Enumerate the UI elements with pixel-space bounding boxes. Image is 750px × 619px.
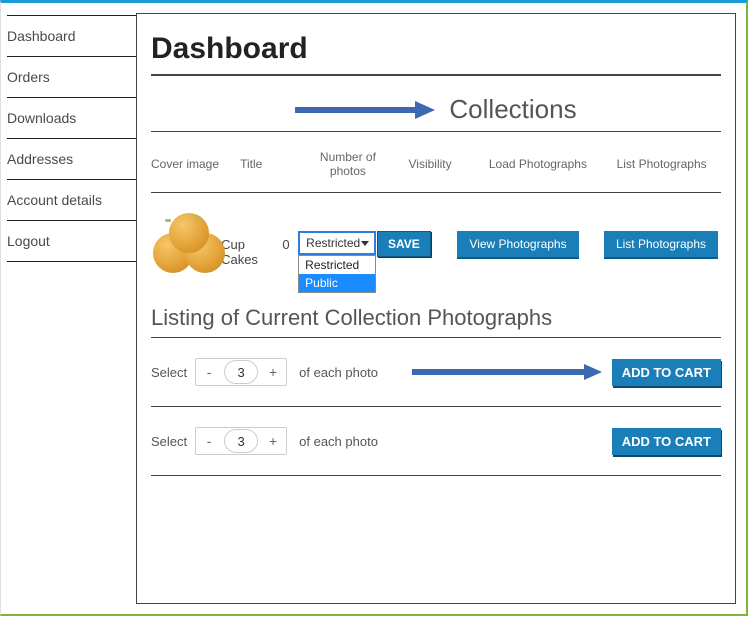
visibility-option-public[interactable]: Public	[299, 274, 375, 292]
arrow-right-icon	[412, 364, 602, 380]
listing-row: Select - 3 + of each photo ADD TO CART	[151, 413, 721, 469]
collection-num-photos: 0	[282, 213, 298, 252]
add-to-cart-button[interactable]: ADD TO CART	[612, 428, 721, 455]
minus-icon[interactable]: -	[196, 358, 222, 386]
select-label: Select	[151, 434, 187, 449]
sidebar-item-addresses[interactable]: Addresses	[7, 139, 136, 180]
divider	[151, 192, 721, 193]
collections-title: Collections	[449, 94, 576, 125]
select-label: Select	[151, 365, 187, 380]
arrow-right-icon	[295, 101, 435, 119]
visibility-option-restricted[interactable]: Restricted	[299, 256, 375, 274]
collections-table-header: Cover image Title Number of photos Visib…	[151, 138, 721, 186]
sidebar-item-downloads[interactable]: Downloads	[7, 98, 136, 139]
col-number-of-photos: Number of photos	[309, 150, 386, 178]
divider	[151, 406, 721, 407]
plus-icon[interactable]: +	[260, 358, 286, 386]
sidebar-item-account-details[interactable]: Account details	[7, 180, 136, 221]
chevron-down-icon	[361, 241, 369, 246]
quantity-stepper[interactable]: - 3 +	[195, 358, 287, 386]
view-photographs-button[interactable]: View Photographs	[457, 231, 578, 257]
col-visibility: Visibility	[387, 157, 474, 171]
main-panel: Dashboard Collections Cover image Title …	[136, 13, 736, 604]
quantity-value[interactable]: 3	[224, 429, 258, 453]
collection-row: Cup Cakes 0 Restricted Restricted Public…	[151, 199, 721, 299]
col-cover-image: Cover image	[151, 157, 240, 171]
sidebar-item-orders[interactable]: Orders	[7, 57, 136, 98]
quantity-value[interactable]: 3	[224, 360, 258, 384]
visibility-select[interactable]: Restricted	[298, 231, 376, 255]
listing-title: Listing of Current Collection Photograph…	[151, 305, 721, 331]
sidebar-item-logout[interactable]: Logout	[7, 221, 136, 262]
visibility-options-list: Restricted Public	[298, 255, 376, 293]
sidebar-item-dashboard[interactable]: Dashboard	[7, 15, 136, 57]
divider	[151, 337, 721, 338]
visibility-selected-value: Restricted	[306, 236, 360, 250]
divider	[151, 74, 721, 76]
collection-title: Cup Cakes	[221, 213, 282, 267]
list-photographs-button[interactable]: List Photographs	[604, 231, 718, 257]
col-load-photographs: Load Photographs	[474, 157, 603, 171]
listing-row: Select - 3 + of each photo ADD TO CART	[151, 344, 721, 400]
of-each-photo-label: of each photo	[299, 365, 378, 380]
of-each-photo-label: of each photo	[299, 434, 378, 449]
collections-header: Collections	[151, 94, 721, 125]
minus-icon[interactable]: -	[196, 427, 222, 455]
col-title: Title	[240, 157, 309, 171]
quantity-stepper[interactable]: - 3 +	[195, 427, 287, 455]
divider	[151, 131, 721, 132]
col-list-photographs: List Photographs	[602, 157, 721, 171]
save-button[interactable]: SAVE	[377, 231, 431, 257]
divider	[151, 475, 721, 476]
add-to-cart-button[interactable]: ADD TO CART	[612, 359, 721, 386]
sidebar: Dashboard Orders Downloads Addresses Acc…	[1, 3, 136, 614]
cover-image-thumb	[151, 213, 221, 273]
page-title: Dashboard	[151, 32, 721, 66]
plus-icon[interactable]: +	[260, 427, 286, 455]
